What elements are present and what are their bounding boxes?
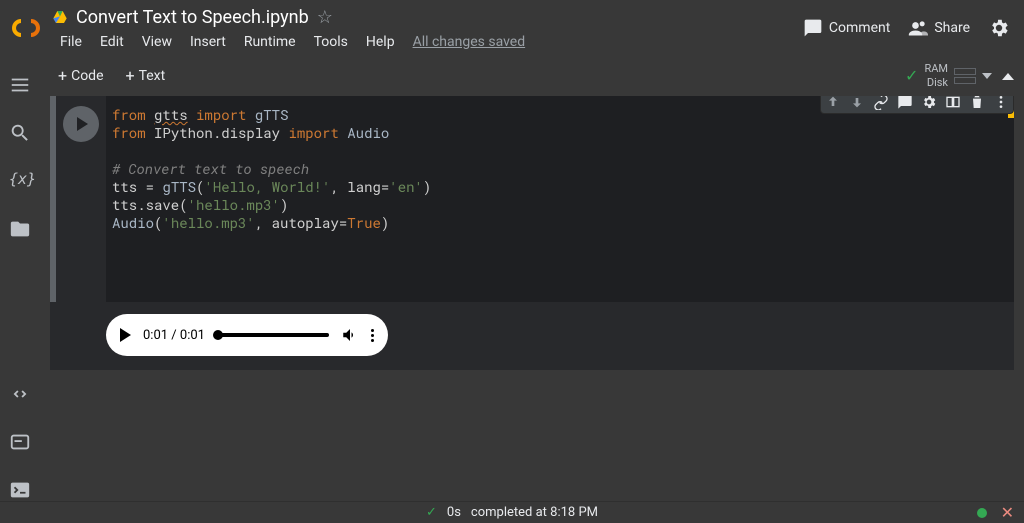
resource-bars: [954, 68, 976, 84]
command-palette-icon[interactable]: [9, 431, 31, 453]
more-icon[interactable]: [993, 96, 1009, 110]
disk-label: Disk: [927, 76, 948, 90]
cell-settings-icon[interactable]: [921, 96, 937, 110]
connection-menu-caret[interactable]: [982, 73, 992, 79]
drive-icon: [52, 9, 68, 25]
code-editor[interactable]: from gtts import gTTS from IPython.displ…: [106, 96, 1014, 302]
audio-time: 0:01 / 0:01: [143, 328, 205, 343]
variables-icon[interactable]: {x}: [9, 170, 31, 192]
menu-edit[interactable]: Edit: [92, 30, 132, 54]
status-check-icon: ✓: [426, 505, 437, 520]
audio-seek-slider[interactable]: [217, 333, 329, 337]
audio-player[interactable]: 0:01 / 0:01: [106, 314, 388, 356]
comment-label: Comment: [829, 20, 890, 36]
status-close-icon[interactable]: ✕: [1001, 503, 1014, 522]
delete-icon[interactable]: [969, 96, 985, 110]
link-icon[interactable]: [873, 96, 889, 110]
menu-file[interactable]: File: [52, 30, 90, 54]
check-icon: ✓: [905, 66, 918, 86]
mirror-icon[interactable]: [945, 96, 961, 110]
status-bar: ✓ 0s completed at 8:18 PM ✕: [0, 501, 1024, 523]
comment-button[interactable]: Comment: [803, 18, 890, 38]
ram-label: RAM: [924, 62, 948, 76]
connection-status[interactable]: ✓ RAM Disk: [905, 62, 992, 90]
play-icon: [77, 117, 88, 131]
add-code-button[interactable]: +Code: [50, 64, 112, 88]
cell-output: 0:01 / 0:01: [50, 302, 1014, 370]
volume-icon[interactable]: [341, 326, 359, 344]
status-duration: 0s: [447, 505, 461, 520]
menubar: FileEditViewInsertRuntimeToolsHelpAll ch…: [52, 28, 795, 54]
menu-tools[interactable]: Tools: [306, 30, 356, 54]
comment-cell-icon[interactable]: [897, 96, 913, 110]
cell-toolbar: [820, 96, 1014, 114]
notebook-toolbar: +Code +Text ✓ RAM Disk: [40, 56, 1024, 96]
add-code-label: Code: [71, 68, 103, 84]
star-icon[interactable]: ☆: [317, 7, 333, 28]
share-label: Share: [934, 20, 970, 36]
move-up-icon[interactable]: [825, 96, 841, 110]
menu-help[interactable]: Help: [358, 30, 403, 54]
collapse-toolbar-icon[interactable]: [1002, 73, 1014, 80]
add-text-button[interactable]: +Text: [118, 64, 174, 88]
menu-insert[interactable]: Insert: [182, 30, 234, 54]
toc-icon[interactable]: [9, 74, 31, 96]
code-cell: from gtts import gTTS from IPython.displ…: [50, 96, 1014, 370]
audio-menu-icon[interactable]: [371, 329, 374, 342]
settings-icon[interactable]: [988, 17, 1010, 39]
share-icon: [908, 18, 928, 38]
files-icon[interactable]: [9, 218, 31, 240]
terminal-icon[interactable]: [9, 479, 31, 501]
add-text-label: Text: [139, 68, 166, 84]
menu-view[interactable]: View: [134, 30, 180, 54]
run-cell-button[interactable]: [63, 106, 99, 142]
share-button[interactable]: Share: [908, 18, 970, 38]
audio-play-icon[interactable]: [120, 328, 131, 342]
menu-runtime[interactable]: Runtime: [236, 30, 304, 54]
code-snippets-icon[interactable]: [9, 383, 31, 405]
status-message: completed at 8:18 PM: [471, 505, 598, 520]
left-sidebar: {x}: [0, 56, 40, 501]
comment-icon: [803, 18, 823, 38]
save-status[interactable]: All changes saved: [405, 30, 534, 54]
document-title[interactable]: Convert Text to Speech.ipynb: [76, 7, 309, 28]
kernel-status-dot[interactable]: [977, 508, 987, 518]
colab-logo[interactable]: [8, 10, 44, 46]
search-icon[interactable]: [9, 122, 31, 144]
header: Convert Text to Speech.ipynb ☆ FileEditV…: [0, 0, 1024, 56]
move-down-icon[interactable]: [849, 96, 865, 110]
